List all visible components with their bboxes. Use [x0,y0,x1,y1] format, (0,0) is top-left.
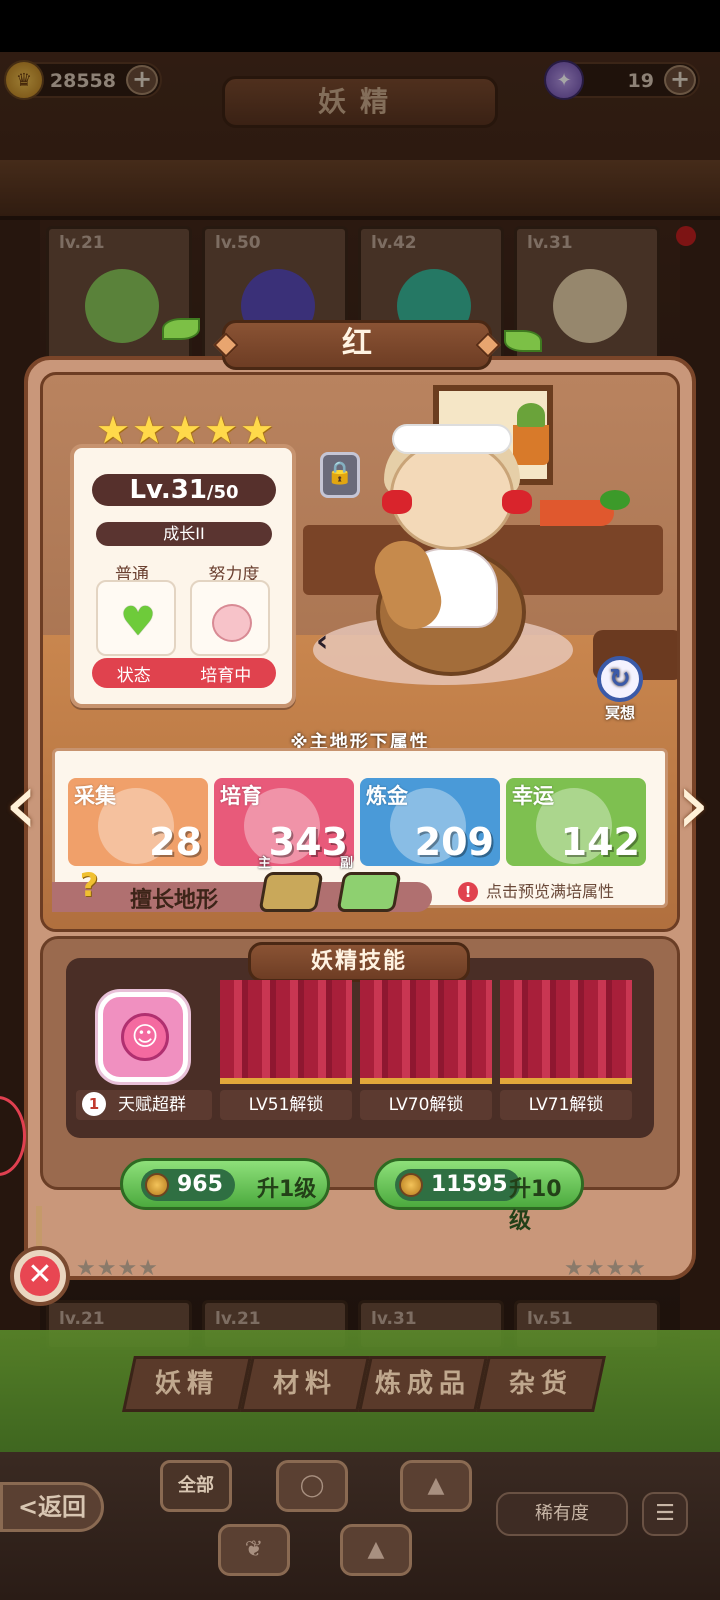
state-label: 状态 [116,665,151,686]
carrot [540,490,630,526]
locked-skill-curtain[interactable] [500,980,632,1084]
talent-skill-icon: ☺ [121,1013,169,1061]
bow-icon [382,490,412,514]
attr-tile-gather: 采集 28 [68,778,208,866]
coin-icon [145,1173,169,1197]
skill-name: 天赋超群 [118,1095,186,1115]
tab-goods[interactable]: 杂货 [476,1356,606,1412]
effort-box[interactable] [190,580,270,656]
effort-face-icon [212,604,252,642]
card-stars: ★★★★ [76,1256,159,1281]
mountain-filter-icon[interactable]: ▲ [400,1460,472,1512]
fairy-stat-card: Lv.31/50 成长II 普通 ♥ 努力度 状态 培育中 [70,444,296,708]
card-stars: ★★★★ [564,1256,647,1281]
prev-fairy-arrow[interactable]: ‹ [4,761,54,854]
attr-value: 142 [560,820,640,864]
meditate-button[interactable]: ↻ 冥想 [592,656,648,722]
coin-icon [399,1173,423,1197]
sub-terrain-tag: 副 [340,856,354,871]
star-icon: ★ [204,408,239,452]
bottom-tabs: 妖精 材料 炼成品 杂货 [118,1356,618,1412]
preview-full-stats[interactable]: ! 点击预览满培属性 [458,878,614,902]
tab-products[interactable]: 炼成品 [358,1356,488,1412]
attr-value: 209 [414,820,494,864]
leaf-decoration-icon [504,330,542,352]
locked-skill-curtain[interactable] [360,980,492,1084]
star-icon: ★ [132,408,167,452]
filter-all-button[interactable]: 全部 [160,1460,232,1512]
terrain-label: 擅长地形 [130,888,219,913]
star-icon: ★ [240,408,275,452]
star-rating: ★ ★ ★ ★ ★ [96,408,275,460]
fairy-name-plate: 红 [213,320,501,370]
skill-unlock-label: LV51解锁 [220,1090,352,1120]
tab-label: 材料 [272,1369,337,1399]
chevron-left-icon: ‹ [316,624,329,659]
maid-cap [392,424,512,454]
tab-materials[interactable]: 材料 [240,1356,370,1412]
meditate-label: 冥想 [604,704,635,722]
tab-label: 杂货 [508,1369,573,1399]
mountain-terrain-icon[interactable] [258,872,324,912]
back-button[interactable]: <返回 [0,1482,104,1532]
egg-filter-icon[interactable]: ◯ [276,1460,348,1512]
skill-slot-1[interactable]: ☺ [98,992,188,1082]
attr-value: 28 [149,820,202,864]
question-icon[interactable]: ? [70,866,108,906]
skill-index: 1 [82,1092,106,1116]
skill-unlock-label: LV70解锁 [360,1090,492,1120]
upgrade-10-cost: 11595 [431,1172,508,1197]
attr-label: 培育 [220,784,262,808]
main-terrain-tag: 主 [258,856,272,871]
upgrade-1-label: 升1级 [257,1177,317,1202]
level-badge: Lv.31/50 [92,474,276,506]
next-fairy-arrow[interactable]: › [676,761,720,854]
attr-value: 343 [268,820,348,864]
bow-icon [502,490,532,514]
status-bar [0,0,720,52]
locked-skill-curtain[interactable] [220,980,352,1084]
terrain-filter-icon[interactable]: ▲ [340,1524,412,1576]
upgrade-1-button[interactable]: 965 升1级 [120,1158,330,1210]
upgrade-10-label: 升10级 [509,1177,562,1234]
heart-icon: ♥ [120,599,156,645]
star-icon: ★ [96,408,131,452]
close-button[interactable]: ✕ [10,1246,70,1306]
level-max: /50 [206,482,239,503]
refresh-icon: ↻ [597,656,643,702]
growth-badge: 成长II [96,522,272,546]
attr-tile-alchemy: 炼金 209 [360,778,500,866]
attr-label: 采集 [74,784,116,808]
attr-tile-luck: 幸运 142 [506,778,646,866]
sprout-filter-icon[interactable]: ❦ [218,1524,290,1576]
fairy-name: 红 [342,326,372,361]
skill-unlock-label: LV71解锁 [500,1090,632,1120]
mood-box[interactable]: ♥ [96,580,176,656]
state-value: 培育中 [200,665,252,686]
rope [36,1206,42,1250]
upgrade-10-button[interactable]: 11595 升10级 [374,1158,584,1234]
sprout-terrain-icon[interactable] [336,872,402,912]
tab-label: 妖精 [154,1369,219,1399]
attr-tile-nurture: 培育 343 [214,778,354,866]
attr-label: 炼金 [366,784,408,808]
tab-label: 炼成品 [374,1369,471,1399]
tab-fairy[interactable]: 妖精 [122,1356,252,1412]
lock-icon[interactable]: 🔒 [320,452,360,498]
leaf-decoration-icon [162,318,200,340]
star-icon: ★ [168,408,203,452]
upgrade-1-cost: 965 [177,1172,223,1197]
fairy-character[interactable] [367,424,552,680]
alert-icon: ! [458,882,478,902]
sort-order-icon[interactable]: ☰ [642,1492,688,1536]
skill-1-caption: 1 天赋超群 [76,1090,212,1120]
skills-title: 妖精技能 [248,942,470,982]
close-icon: ✕ [20,1256,60,1296]
attr-label: 幸运 [512,784,554,808]
fairy-level: Lv.31 [129,475,207,505]
preview-hint: 点击预览满培属性 [486,882,615,901]
rarity-sort-button[interactable]: 稀有度 [496,1492,628,1536]
state-bar: 状态 培育中 [92,658,276,688]
